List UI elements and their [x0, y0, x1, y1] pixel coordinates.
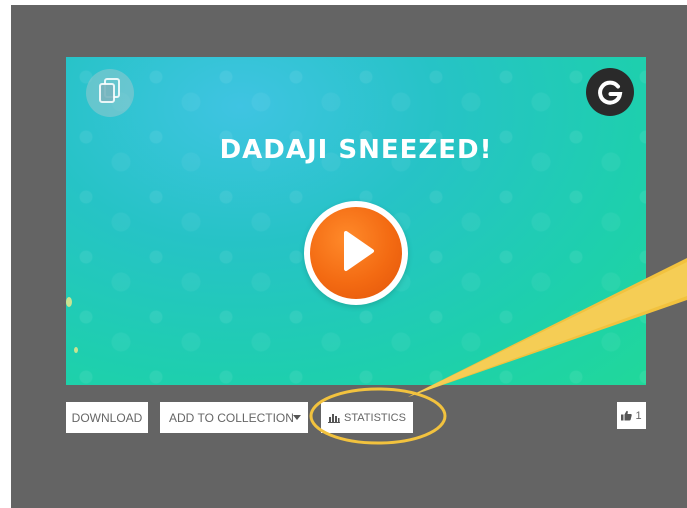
highlight-annotation — [309, 258, 687, 445]
